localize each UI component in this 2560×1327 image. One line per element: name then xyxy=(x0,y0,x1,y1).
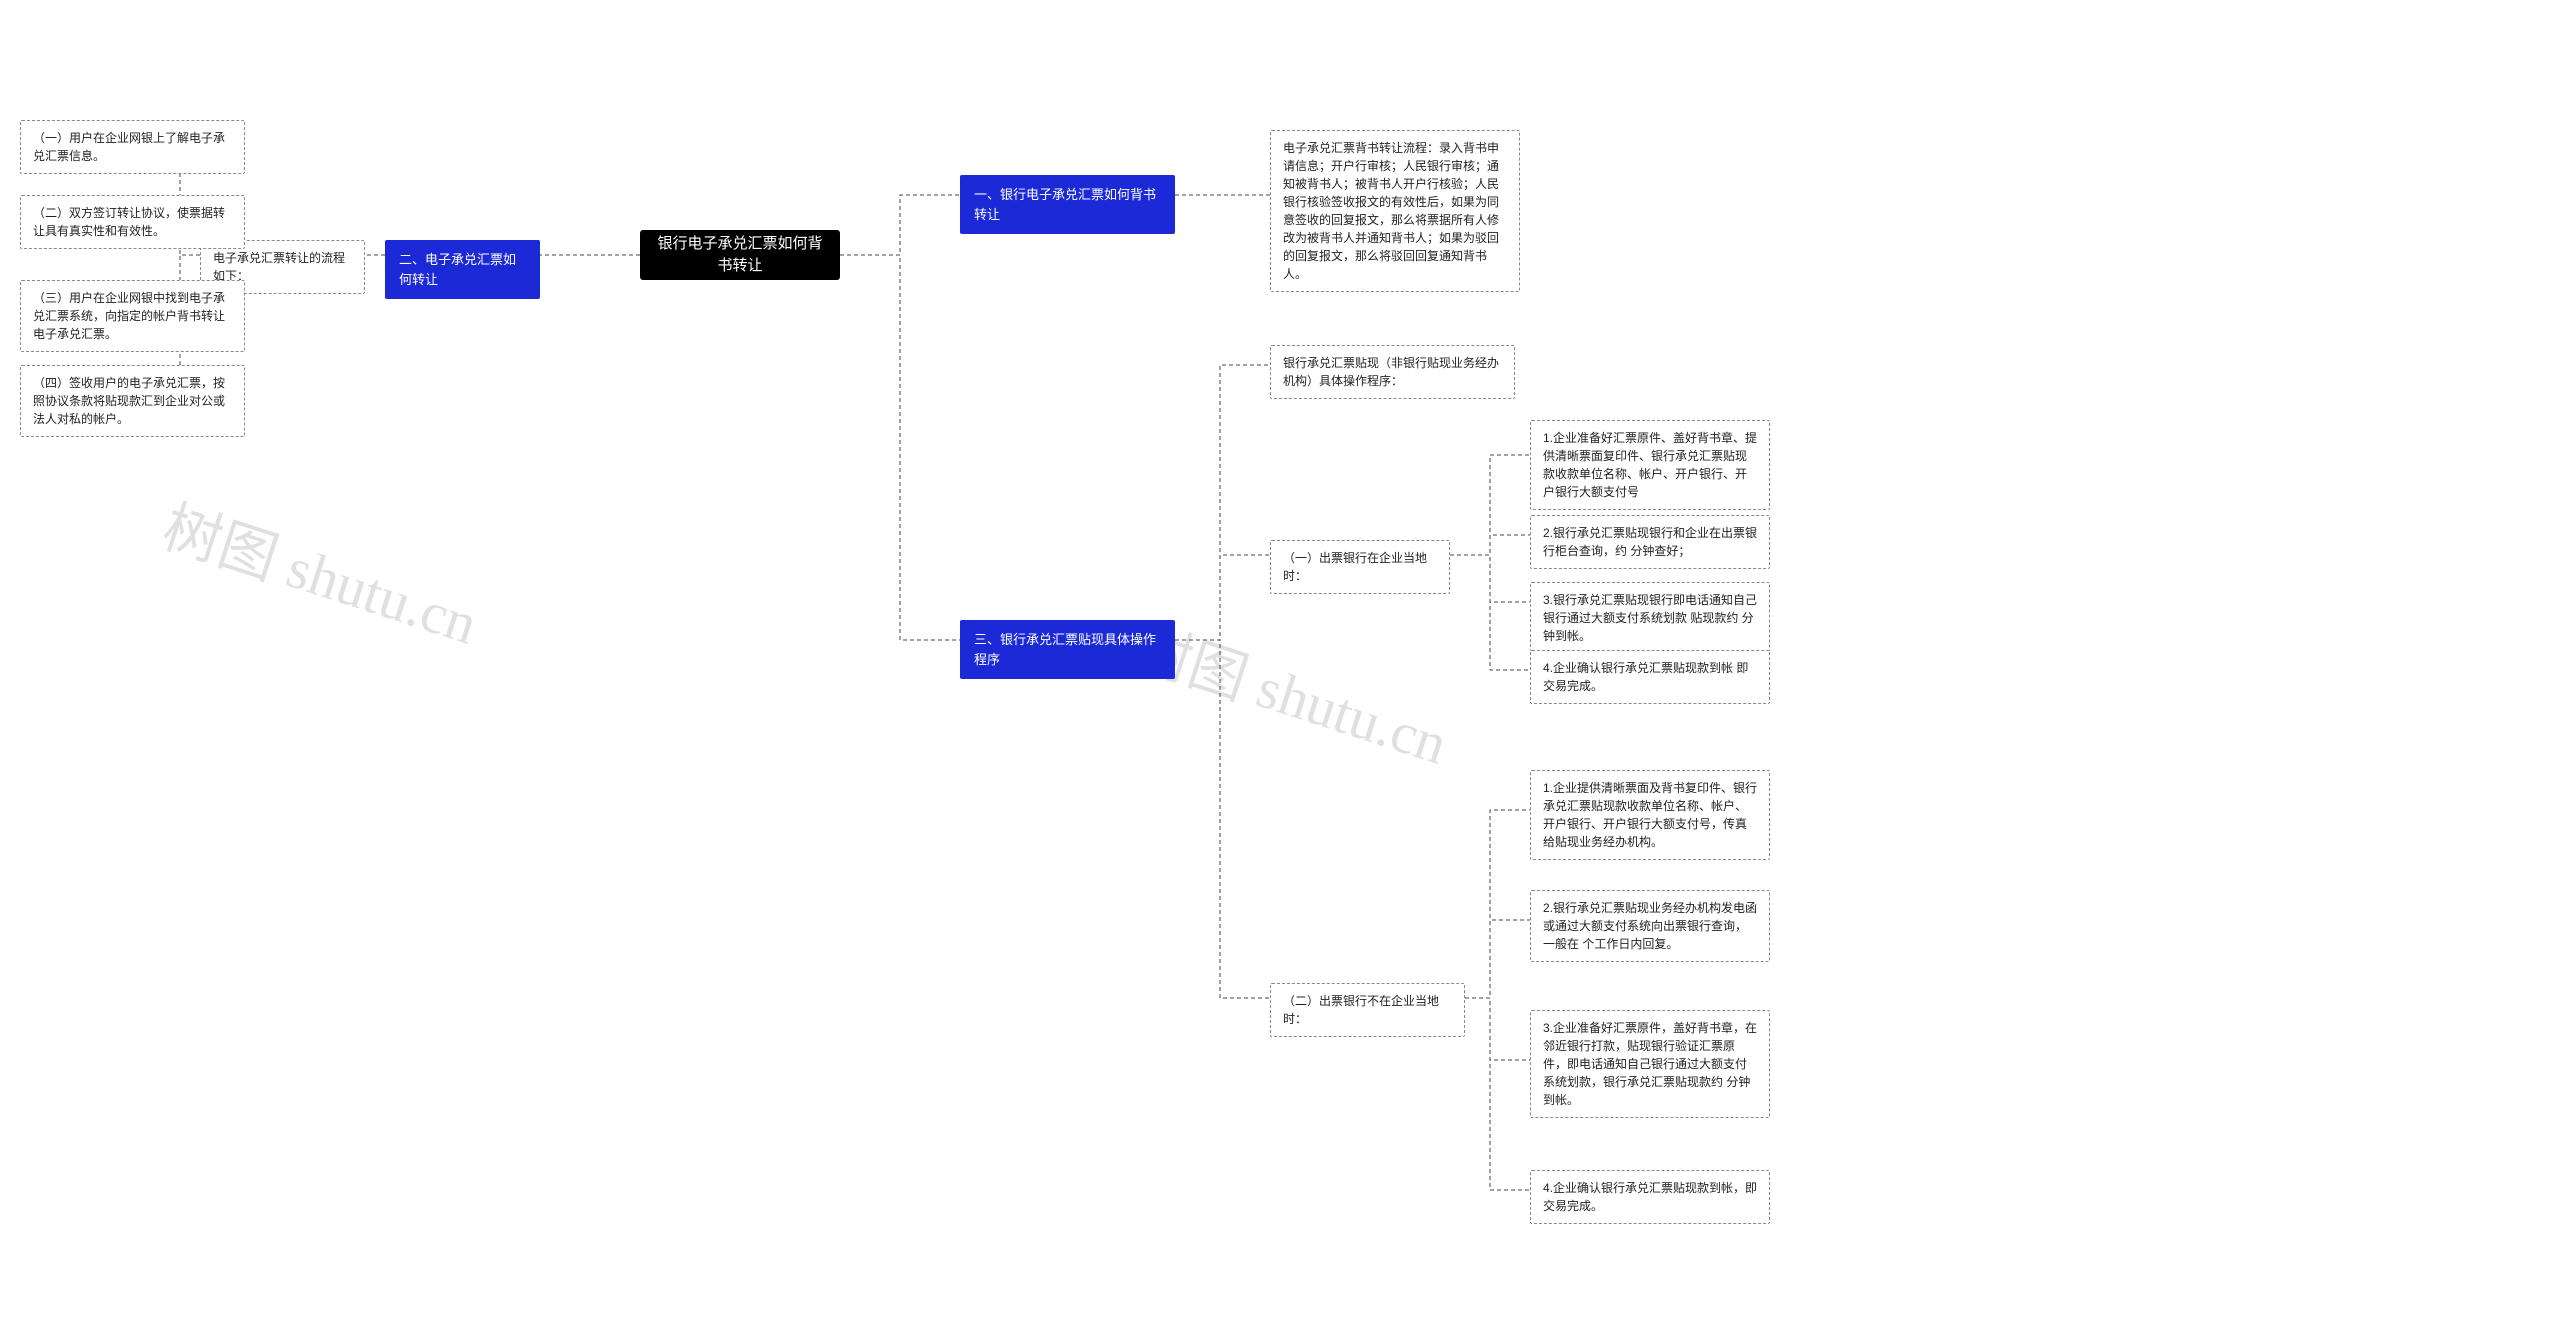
section-3-group-1-title: （一）出票银行在企业当地时： xyxy=(1283,551,1427,583)
section-3-group-2-item-2[interactable]: 2.银行承兑汇票贴现业务经办机构发电函或通过大额支付系统向出票银行查询，一般在 … xyxy=(1530,890,1770,962)
section-3-group-1-item-4-text: 4.企业确认银行承兑汇票贴现款到帐 即交易完成。 xyxy=(1543,661,1748,693)
section-3-group-1-item-4[interactable]: 4.企业确认银行承兑汇票贴现款到帐 即交易完成。 xyxy=(1530,650,1770,704)
section-3-group-2-item-2-text: 2.银行承兑汇票贴现业务经办机构发电函或通过大额支付系统向出票银行查询，一般在 … xyxy=(1543,901,1757,951)
mindmap-canvas: 树图 shutu.cn 树图 shutu.cn xyxy=(0,0,2560,1327)
section-2-item-3-text: （三）用户在企业网银中找到电子承兑汇票系统，向指定的帐户背书转让电子承兑汇票。 xyxy=(33,291,225,341)
section-2-item-4[interactable]: （四）签收用户的电子承兑汇票，按照协议条款将贴现款汇到企业对公或法人对私的帐户。 xyxy=(20,365,245,437)
section-3-group-1-item-3-text: 3.银行承兑汇票贴现银行即电话通知自己银行通过大额支付系统划款 贴现款约 分钟到… xyxy=(1543,593,1757,643)
center-title: 银行电子承兑汇票如何背书转让 xyxy=(654,233,826,278)
section-1-node[interactable]: 一、银行电子承兑汇票如何背书转让 xyxy=(960,175,1175,234)
section-2-item-2-text: （二）双方签订转让协议，使票据转让具有真实性和有效性。 xyxy=(33,206,225,238)
section-2-item-3[interactable]: （三）用户在企业网银中找到电子承兑汇票系统，向指定的帐户背书转让电子承兑汇票。 xyxy=(20,280,245,352)
section-3-group-2-item-1[interactable]: 1.企业提供清晰票面及背书复印件、银行承兑汇票贴现款收款单位名称、帐户、开户银行… xyxy=(1530,770,1770,860)
section-3-group-1-item-1[interactable]: 1.企业准备好汇票原件、盖好背书章、提供清晰票面复印件、银行承兑汇票贴现款收款单… xyxy=(1530,420,1770,510)
section-2-title: 二、电子承兑汇票如何转让 xyxy=(399,250,526,289)
section-2-item-1[interactable]: （一）用户在企业网银上了解电子承兑汇票信息。 xyxy=(20,120,245,174)
section-3-intro-text: 银行承兑汇票贴现（非银行贴现业务经办机构）具体操作程序： xyxy=(1283,356,1499,388)
section-2-intro-text: 电子承兑汇票转让的流程如下： xyxy=(213,251,345,283)
section-3-node[interactable]: 三、银行承兑汇票贴现具体操作程序 xyxy=(960,620,1175,679)
section-2-node[interactable]: 二、电子承兑汇票如何转让 xyxy=(385,240,540,299)
section-3-title: 三、银行承兑汇票贴现具体操作程序 xyxy=(974,630,1161,669)
section-3-group-1-item-3[interactable]: 3.银行承兑汇票贴现银行即电话通知自己银行通过大额支付系统划款 贴现款约 分钟到… xyxy=(1530,582,1770,654)
section-2-item-2[interactable]: （二）双方签订转让协议，使票据转让具有真实性和有效性。 xyxy=(20,195,245,249)
section-3-group-2-item-3-text: 3.企业准备好汇票原件，盖好背书章，在邻近银行打款，贴现银行验证汇票原件，即电话… xyxy=(1543,1021,1757,1107)
section-2-item-4-text: （四）签收用户的电子承兑汇票，按照协议条款将贴现款汇到企业对公或法人对私的帐户。 xyxy=(33,376,225,426)
section-3-group-2-item-3[interactable]: 3.企业准备好汇票原件，盖好背书章，在邻近银行打款，贴现银行验证汇票原件，即电话… xyxy=(1530,1010,1770,1118)
watermark-left: 树图 shutu.cn xyxy=(154,480,489,660)
section-2-item-1-text: （一）用户在企业网银上了解电子承兑汇票信息。 xyxy=(33,131,225,163)
section-3-group-2-title: （二）出票银行不在企业当地时： xyxy=(1283,994,1439,1026)
section-3-group-1-item-2-text: 2.银行承兑汇票贴现银行和企业在出票银行柜台查询，约 分钟查好； xyxy=(1543,526,1757,558)
section-1-content[interactable]: 电子承兑汇票背书转让流程：录入背书申请信息；开户行审核；人民银行审核；通知被背书… xyxy=(1270,130,1520,292)
section-3-group-2-item-4-text: 4.企业确认银行承兑汇票贴现款到帐，即交易完成。 xyxy=(1543,1181,1757,1213)
section-3-group-1-item-2[interactable]: 2.银行承兑汇票贴现银行和企业在出票银行柜台查询，约 分钟查好； xyxy=(1530,515,1770,569)
section-3-group-1-item-1-text: 1.企业准备好汇票原件、盖好背书章、提供清晰票面复印件、银行承兑汇票贴现款收款单… xyxy=(1543,431,1757,499)
section-3-group-2-item-1-text: 1.企业提供清晰票面及背书复印件、银行承兑汇票贴现款收款单位名称、帐户、开户银行… xyxy=(1543,781,1757,849)
center-node[interactable]: 银行电子承兑汇票如何背书转让 xyxy=(640,230,840,280)
section-3-group-1[interactable]: （一）出票银行在企业当地时： xyxy=(1270,540,1450,594)
section-1-content-text: 电子承兑汇票背书转让流程：录入背书申请信息；开户行审核；人民银行审核；通知被背书… xyxy=(1283,141,1499,281)
section-3-intro[interactable]: 银行承兑汇票贴现（非银行贴现业务经办机构）具体操作程序： xyxy=(1270,345,1515,399)
section-3-group-2[interactable]: （二）出票银行不在企业当地时： xyxy=(1270,983,1465,1037)
section-1-title: 一、银行电子承兑汇票如何背书转让 xyxy=(974,185,1161,224)
section-3-group-2-item-4[interactable]: 4.企业确认银行承兑汇票贴现款到帐，即交易完成。 xyxy=(1530,1170,1770,1224)
